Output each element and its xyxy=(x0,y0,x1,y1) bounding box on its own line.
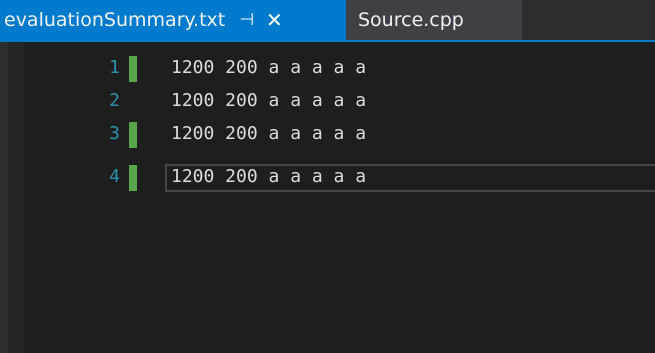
editor-line[interactable]: 1 1200 200 a a a a a xyxy=(0,55,655,83)
close-icon[interactable]: ✕ xyxy=(266,8,283,32)
editor-window: evaluationSummary.txt ⊣ ✕ Source.cpp 1 1… xyxy=(0,0,655,353)
tab-evaluation-summary[interactable]: evaluationSummary.txt ⊣ ✕ xyxy=(0,0,346,40)
line-text[interactable]: 1200 200 a a a a a xyxy=(171,166,366,187)
line-text[interactable]: 1200 200 a a a a a xyxy=(171,90,366,111)
text-editor[interactable]: 1 1200 200 a a a a a 2 1200 200 a a a a … xyxy=(0,42,655,353)
line-number: 2 xyxy=(109,90,120,111)
line-text[interactable]: 1200 200 a a a a a xyxy=(171,57,366,78)
line-number: 3 xyxy=(109,123,120,144)
tab-label: Source.cpp xyxy=(358,9,464,31)
tab-source-cpp[interactable]: Source.cpp xyxy=(346,0,522,40)
change-indicator xyxy=(129,122,137,148)
pin-icon[interactable]: ⊣ xyxy=(239,10,254,30)
change-indicator xyxy=(129,56,137,82)
line-number: 4 xyxy=(109,166,120,187)
editor-line[interactable]: 3 1200 200 a a a a a xyxy=(0,121,655,149)
line-number: 1 xyxy=(109,57,120,78)
document-tab-strip: evaluationSummary.txt ⊣ ✕ Source.cpp xyxy=(0,0,655,42)
line-text[interactable]: 1200 200 a a a a a xyxy=(171,123,366,144)
change-indicator xyxy=(129,165,137,191)
tab-label: evaluationSummary.txt xyxy=(4,9,226,31)
editor-line-current[interactable]: 4 1200 200 a a a a a xyxy=(0,164,655,192)
editor-line[interactable]: 2 1200 200 a a a a a xyxy=(0,88,655,116)
